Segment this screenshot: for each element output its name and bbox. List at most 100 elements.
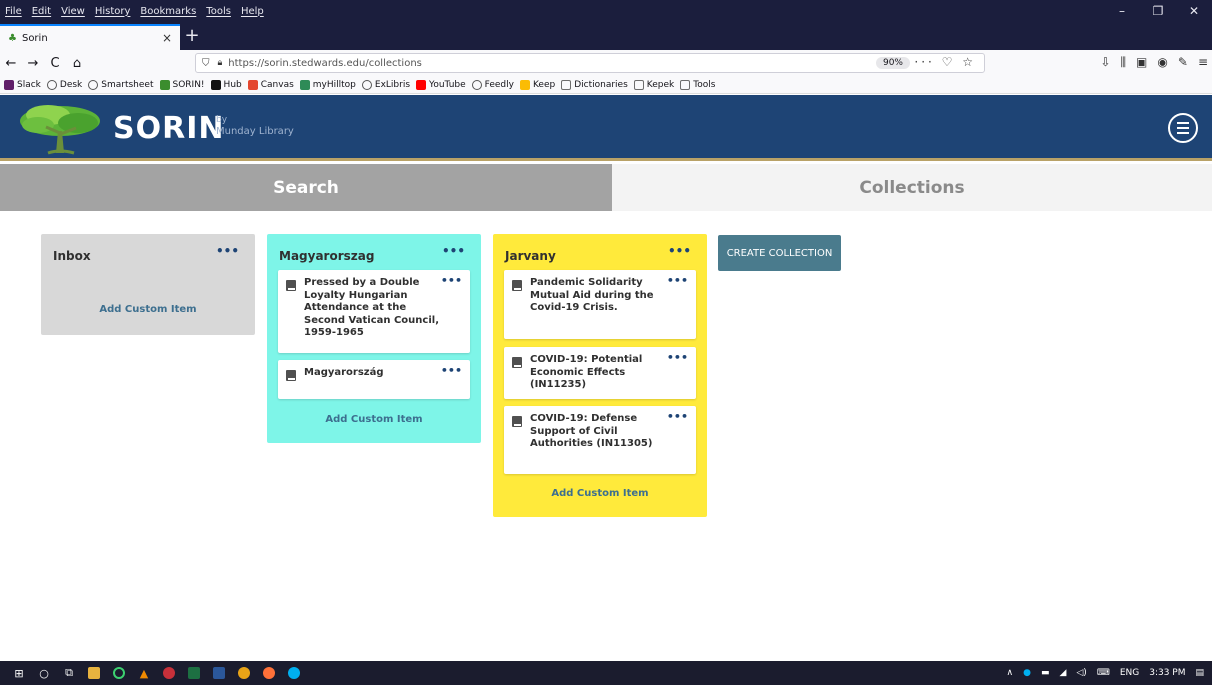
- extension-icon[interactable]: ✎: [1178, 55, 1188, 70]
- hamburger-menu-icon[interactable]: ≡: [1198, 55, 1208, 70]
- file-explorer-icon[interactable]: [83, 662, 105, 684]
- item-options-icon[interactable]: •••: [441, 274, 462, 287]
- vlc-icon[interactable]: ▲: [133, 662, 155, 684]
- shield-icon[interactable]: ⛉: [202, 58, 210, 69]
- firefox-icon[interactable]: [258, 662, 280, 684]
- home-icon[interactable]: ⌂: [66, 56, 88, 71]
- collection-item[interactable]: Magyarország •••: [278, 360, 470, 399]
- site-menu-button[interactable]: [1168, 113, 1198, 143]
- bookmark-item[interactable]: Hub: [210, 79, 242, 90]
- sidebar-icon[interactable]: ▣: [1136, 55, 1147, 70]
- folder-icon: [680, 79, 691, 90]
- window-controls: – ❐ ✕: [1104, 0, 1212, 22]
- bookmark-item[interactable]: ExLibris: [361, 79, 410, 90]
- item-title[interactable]: Pandemic Solidarity Mutual Aid during th…: [530, 277, 670, 315]
- book-icon: [512, 416, 522, 427]
- add-custom-item-link[interactable]: Add Custom Item: [493, 488, 707, 499]
- skype-tray-icon[interactable]: ●: [1023, 668, 1031, 678]
- collection-item[interactable]: Pandemic Solidarity Mutual Aid during th…: [504, 270, 696, 339]
- menu-edit[interactable]: Edit: [27, 6, 56, 17]
- bookmark-item[interactable]: SORIN!: [159, 79, 205, 90]
- tab-close-icon[interactable]: ×: [162, 31, 172, 45]
- clock[interactable]: 3:33 PM: [1149, 668, 1185, 678]
- zoom-level-badge[interactable]: 90%: [875, 57, 910, 69]
- menu-view[interactable]: View: [56, 6, 90, 17]
- menu-help[interactable]: Help: [236, 6, 269, 17]
- collection-options-icon[interactable]: •••: [216, 244, 239, 258]
- bookmark-label: Smartsheet: [101, 79, 154, 90]
- youtube-icon: [416, 79, 427, 90]
- item-title[interactable]: COVID-19: Potential Economic Effects (IN…: [530, 354, 670, 392]
- bookmark-item[interactable]: Feedly: [471, 79, 514, 90]
- close-window-button[interactable]: ✕: [1176, 0, 1212, 22]
- item-options-icon[interactable]: •••: [667, 274, 688, 287]
- keyboard-icon[interactable]: ⌨: [1097, 668, 1110, 678]
- restore-button[interactable]: ❐: [1140, 0, 1176, 22]
- bookmark-item[interactable]: myHilltop: [299, 79, 356, 90]
- search-circle-icon[interactable]: ○: [33, 662, 55, 684]
- account-icon[interactable]: ◉: [1157, 55, 1167, 70]
- url-bar[interactable]: ⛉ 🔒︎ https://sorin.stedwards.edu/collect…: [195, 53, 985, 73]
- bookmark-item[interactable]: Kepek: [633, 79, 674, 90]
- app-red-icon[interactable]: [158, 662, 180, 684]
- wifi-icon[interactable]: ◢: [1059, 668, 1066, 678]
- notifications-icon[interactable]: ▤: [1195, 668, 1204, 678]
- minimize-button[interactable]: –: [1104, 0, 1140, 22]
- collection-item[interactable]: COVID-19: Potential Economic Effects (IN…: [504, 347, 696, 399]
- back-arrow-icon[interactable]: ←: [0, 56, 22, 71]
- task-view-icon[interactable]: ⧉: [58, 662, 80, 684]
- book-icon: [286, 280, 296, 291]
- bookmark-item[interactable]: Tools: [680, 79, 715, 90]
- add-custom-item-link[interactable]: Add Custom Item: [41, 304, 255, 315]
- skype-icon[interactable]: [283, 662, 305, 684]
- battery-icon[interactable]: ▬: [1041, 668, 1050, 678]
- downloads-icon[interactable]: ⇩: [1100, 55, 1110, 70]
- tab-collections[interactable]: Collections: [612, 164, 1212, 211]
- item-options-icon[interactable]: •••: [667, 351, 688, 364]
- bookmark-item[interactable]: Smartsheet: [88, 79, 154, 90]
- tab-search[interactable]: Search: [0, 164, 612, 211]
- collection-item[interactable]: Pressed by a Double Loyalty Hungarian At…: [278, 270, 470, 353]
- chrome-icon[interactable]: [233, 662, 255, 684]
- browser-tab-sorin[interactable]: ♣ Sorin ×: [0, 24, 180, 50]
- bookmark-item[interactable]: Slack: [4, 79, 41, 90]
- excel-icon[interactable]: [183, 662, 205, 684]
- bookmark-item[interactable]: YouTube: [416, 79, 466, 90]
- bookmark-label: myHilltop: [312, 79, 356, 90]
- page-actions-icons[interactable]: ··· ♡ ☆: [914, 55, 976, 69]
- book-icon: [512, 357, 522, 368]
- collection-options-icon[interactable]: •••: [442, 244, 465, 258]
- item-title[interactable]: Magyarország: [304, 367, 444, 380]
- chevron-up-icon[interactable]: ∧: [1006, 668, 1013, 678]
- bookmark-label: Dictionaries: [574, 79, 628, 90]
- url-text[interactable]: https://sorin.stedwards.edu/collections: [228, 58, 422, 69]
- windows-start-icon[interactable]: ⊞: [8, 662, 30, 684]
- forward-arrow-icon[interactable]: →: [22, 56, 44, 71]
- item-title[interactable]: Pressed by a Double Loyalty Hungarian At…: [304, 277, 444, 340]
- reload-icon[interactable]: C: [44, 56, 66, 71]
- create-collection-button[interactable]: CREATE COLLECTION: [718, 235, 841, 271]
- item-title[interactable]: COVID-19: Defense Support of Civil Autho…: [530, 413, 670, 451]
- bookmark-item[interactable]: Desk: [46, 79, 82, 90]
- word-icon[interactable]: [208, 662, 230, 684]
- collection-options-icon[interactable]: •••: [668, 244, 691, 258]
- menu-history[interactable]: History: [90, 6, 136, 17]
- add-custom-item-link[interactable]: Add Custom Item: [267, 414, 481, 425]
- collection-item[interactable]: COVID-19: Defense Support of Civil Autho…: [504, 406, 696, 474]
- menu-file[interactable]: File: [0, 6, 27, 17]
- item-options-icon[interactable]: •••: [667, 410, 688, 423]
- new-tab-button[interactable]: +: [180, 24, 204, 50]
- site-brand[interactable]: SORIN: [113, 111, 224, 146]
- bookmark-item[interactable]: Keep: [519, 79, 555, 90]
- app-ring-icon[interactable]: [108, 662, 130, 684]
- item-options-icon[interactable]: •••: [441, 364, 462, 377]
- bookmark-item[interactable]: Dictionaries: [561, 79, 628, 90]
- volume-icon[interactable]: ◁): [1076, 668, 1086, 678]
- lock-icon[interactable]: 🔒︎: [218, 58, 223, 68]
- language-indicator[interactable]: ENG: [1120, 668, 1139, 678]
- library-icon[interactable]: ⫼: [1121, 55, 1127, 70]
- menu-bookmarks[interactable]: Bookmarks: [135, 6, 201, 17]
- bookmark-item[interactable]: Canvas: [247, 79, 294, 90]
- menu-tools[interactable]: Tools: [201, 6, 236, 17]
- tree-logo-icon[interactable]: [18, 101, 102, 157]
